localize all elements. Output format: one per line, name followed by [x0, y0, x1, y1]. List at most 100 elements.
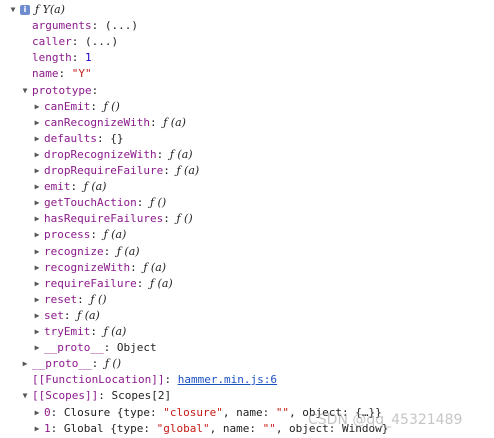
tree-row[interactable]: ▶ 1: Global {type: "global", name: "", ob… [0, 421, 494, 437]
row-content: recognizeWith: ƒ (a) [44, 260, 166, 276]
triangle-right-icon[interactable]: ▶ [32, 324, 42, 340]
row-content: dropRecognizeWith: ƒ (a) [44, 147, 193, 163]
property-key: __proto__ [32, 357, 92, 371]
tree-row[interactable]: ▶ tryEmit: ƒ (a) [0, 324, 494, 340]
property-key: set [44, 308, 64, 322]
triangle-right-icon[interactable]: ▶ [32, 292, 42, 308]
info-icon[interactable]: i [20, 5, 30, 15]
row-content: length: 1 [32, 50, 92, 66]
row-content: requireFailure: ƒ (a) [44, 276, 173, 292]
tree-row[interactable]: ▶ dropRequireFailure: ƒ (a) [0, 163, 494, 179]
triangle-right-icon[interactable]: ▶ [32, 195, 42, 211]
tree-row: name: "Y" [0, 66, 494, 82]
function-value: ƒ (a) [103, 325, 127, 338]
function-value: ƒ (a) [83, 180, 107, 194]
separator: : [163, 164, 177, 177]
source-link[interactable]: hammer.min.js:6 [178, 373, 277, 386]
triangle-right-icon[interactable]: ▶ [32, 276, 42, 292]
property-key: process [44, 228, 91, 242]
separator: : [91, 357, 105, 371]
separator: : [90, 325, 104, 338]
property-key: arguments [32, 19, 92, 33]
tree-row[interactable]: ▶ defaults: {} [0, 131, 494, 147]
tree-row[interactable]: ▶ recognizeWith: ƒ (a) [0, 260, 494, 276]
tree-row[interactable]: ▶ hasRequireFailures: ƒ () [0, 211, 494, 227]
function-value: ƒ () [149, 196, 167, 210]
tree-row[interactable]: ▼ i ƒ Y(a) [0, 2, 494, 18]
tree-row[interactable]: ▼ prototype: [0, 83, 494, 99]
function-value: ƒ (a) [149, 276, 173, 290]
separator: : [130, 260, 144, 274]
property-key: __proto__ [44, 341, 104, 355]
tree-row[interactable]: ▶ set: ƒ (a) [0, 308, 494, 324]
separator: : [71, 35, 85, 49]
tree-row: caller: (...) [0, 34, 494, 50]
triangle-right-icon[interactable]: ▶ [32, 244, 42, 260]
string-value: "Y" [71, 67, 92, 81]
row-content: prototype: [32, 83, 98, 99]
property-key: tryEmit [44, 325, 91, 338]
tree-row[interactable]: ▶ reset: ƒ () [0, 292, 494, 308]
triangle-right-icon[interactable]: ▶ [32, 260, 42, 276]
triangle-down-icon[interactable]: ▼ [8, 2, 18, 18]
object-value: Closure {type: "closure", name: "", obje… [63, 405, 382, 419]
tree-row: length: 1 [0, 50, 494, 66]
property-key: [[FunctionLocation]] [32, 373, 165, 387]
row-content: i ƒ Y(a) [20, 2, 65, 18]
triangle-right-icon[interactable]: ▶ [32, 421, 42, 437]
triangle-right-icon[interactable]: ▶ [32, 147, 42, 163]
separator: : [156, 147, 170, 161]
object-value: Global {type: "global", name: "", object… [63, 421, 389, 435]
object-value: (...) [104, 19, 138, 33]
tree-row[interactable]: ▶ 0: Closure {type: "closure", name: "", … [0, 405, 494, 421]
triangle-right-icon[interactable]: ▶ [32, 99, 42, 115]
triangle-right-icon[interactable]: ▶ [32, 163, 42, 179]
property-key: getTouchAction [44, 196, 137, 210]
function-value: ƒ (a) [176, 164, 200, 177]
triangle-right-icon[interactable]: ▶ [20, 356, 30, 372]
row-content: canEmit: ƒ () [44, 99, 120, 115]
tree-row[interactable]: ▼ [[Scopes]]: Scopes[2] [0, 388, 494, 404]
property-key: 0 [44, 405, 51, 419]
triangle-right-icon[interactable]: ▶ [32, 115, 42, 131]
separator: : [63, 308, 78, 322]
tree-row[interactable]: ▶ canRecognizeWith: ƒ (a) [0, 115, 494, 131]
separator: : [96, 131, 111, 145]
triangle-right-icon[interactable]: ▶ [32, 405, 42, 421]
row-content: [[Scopes]]: Scopes[2] [32, 388, 171, 404]
triangle-right-icon[interactable]: ▶ [32, 227, 42, 243]
triangle-right-icon[interactable]: ▶ [32, 131, 42, 147]
function-value: ƒ (a) [163, 115, 186, 129]
property-key: defaults [44, 131, 97, 145]
row-content: __proto__: Object [44, 340, 157, 356]
triangle-right-icon[interactable]: ▶ [32, 308, 42, 324]
tree-row[interactable]: ▶ recognize: ƒ (a) [0, 244, 494, 260]
function-value: ƒ (a) [169, 147, 193, 161]
separator: : [164, 373, 178, 387]
tree-row[interactable]: ▶ canEmit: ƒ () [0, 99, 494, 115]
tree-row[interactable]: ▶ getTouchAction: ƒ () [0, 195, 494, 211]
separator: : [90, 228, 104, 242]
tree-row[interactable]: ▶ requireFailure: ƒ (a) [0, 276, 494, 292]
function-value: ƒ Y(a) [35, 3, 65, 16]
tree-row[interactable]: ▶ process: ƒ (a) [0, 227, 494, 243]
row-content: set: ƒ (a) [44, 308, 100, 324]
function-value: ƒ () [176, 212, 193, 226]
tree-row[interactable]: ▶ __proto__: Object [0, 340, 494, 356]
tree-row[interactable]: ▶ __proto__: ƒ () [0, 356, 494, 372]
row-content: emit: ƒ (a) [44, 179, 106, 195]
triangle-right-icon[interactable]: ▶ [32, 179, 42, 195]
triangle-right-icon[interactable]: ▶ [32, 340, 42, 356]
object-inspector-tree: ▼ i ƒ Y(a) arguments: (...) caller: (...) len… [0, 0, 494, 438]
separator: : [71, 51, 85, 65]
tree-row[interactable]: ▶ emit: ƒ (a) [0, 179, 494, 195]
object-value: {} [110, 131, 124, 145]
tree-row: [[FunctionLocation]]: hammer.min.js:6 [0, 372, 494, 388]
triangle-right-icon[interactable]: ▶ [32, 211, 42, 227]
property-key: canEmit [44, 99, 91, 113]
object-value: (...) [85, 35, 119, 49]
triangle-down-icon[interactable]: ▼ [20, 83, 30, 99]
tree-row[interactable]: ▶ dropRecognizeWith: ƒ (a) [0, 147, 494, 163]
triangle-down-icon[interactable]: ▼ [20, 388, 30, 404]
row-content: [[FunctionLocation]]: hammer.min.js:6 [32, 372, 277, 388]
